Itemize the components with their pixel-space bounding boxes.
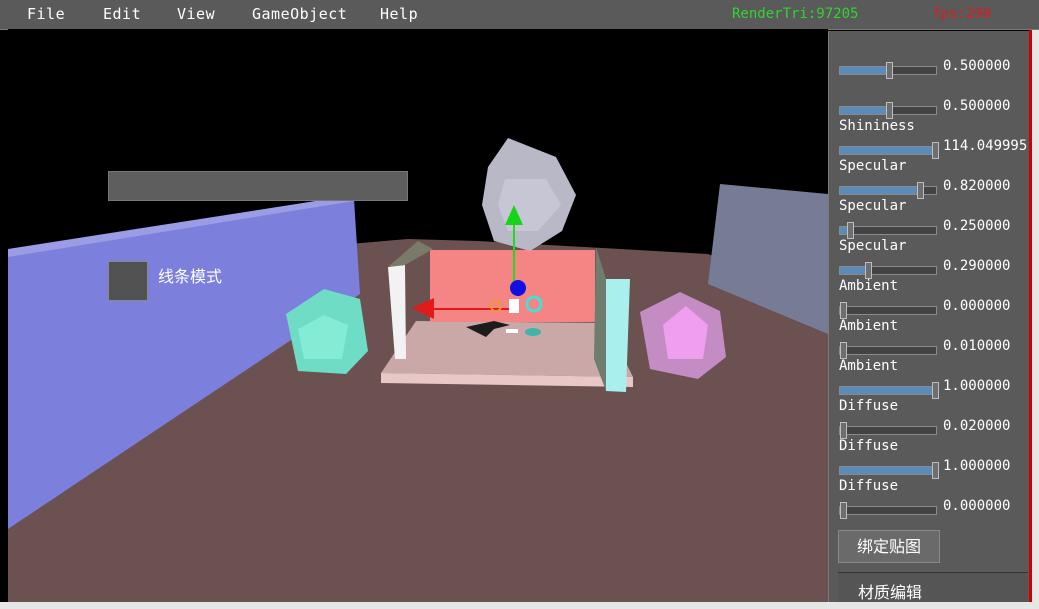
slider-handle[interactable] [932, 462, 939, 479]
slider-fill [840, 387, 936, 394]
param-slider[interactable] [839, 222, 937, 239]
menu-edit[interactable]: Edit [103, 5, 141, 23]
slider-fill [840, 107, 888, 114]
param-slider[interactable] [839, 342, 937, 359]
param-slider[interactable] [839, 382, 939, 399]
material-edit-label: 材质编辑 [858, 583, 923, 602]
param-label: Ambient [839, 318, 899, 334]
material-panel: 0.500000 0.500000 Shininess 114.049995 Specu… [828, 31, 1029, 603]
render-triangle-count: RenderTri:97205 [732, 6, 859, 22]
material-param-row: Ambient 0.010000 [839, 318, 1039, 359]
param-value: 0.250000 [943, 218, 1011, 234]
slider-handle[interactable] [840, 342, 847, 359]
fps-counter: fps:290 [932, 6, 992, 22]
param-slider[interactable] [839, 302, 937, 319]
material-param-row: Shininess 114.049995 [839, 118, 1039, 159]
param-slider[interactable] [839, 182, 937, 199]
slider-handle[interactable] [886, 102, 893, 119]
material-param-row: Ambient 1.000000 [839, 358, 1039, 399]
param-slider[interactable] [839, 142, 939, 159]
material-param-row: Specular 0.250000 [839, 198, 1039, 239]
menu-file[interactable]: File [27, 5, 65, 23]
param-value: 0.290000 [943, 258, 1011, 274]
param-label: Ambient [839, 358, 899, 374]
param-value: 0.000000 [943, 498, 1011, 514]
slider-fill [840, 467, 936, 474]
param-slider[interactable] [839, 262, 937, 279]
param-label: Diffuse [839, 398, 899, 414]
param-label: Shininess [839, 118, 915, 134]
overlay-bar-widget [108, 171, 408, 201]
slider-handle[interactable] [840, 302, 847, 319]
menu-view[interactable]: View [177, 5, 215, 23]
material-param-row: Specular 0.290000 [839, 238, 1039, 279]
material-param-row: Diffuse 0.000000 [839, 478, 1039, 519]
menu-bar: File Edit View GameObject Help RenderTri… [0, 0, 1039, 30]
line-mode-checkbox[interactable] [108, 261, 148, 301]
param-label: Specular [839, 238, 907, 254]
slider-handle[interactable] [932, 382, 939, 399]
gizmo-center [510, 280, 526, 296]
param-value: 114.049995 [943, 138, 1028, 154]
param-label: Specular [839, 198, 907, 214]
param-value: 0.000000 [943, 298, 1011, 314]
window-frame-bottom [0, 602, 1039, 609]
param-value: 1.000000 [943, 378, 1011, 394]
param-value: 1.000000 [943, 458, 1011, 474]
slider-handle[interactable] [840, 502, 847, 519]
param-value: 0.020000 [943, 418, 1011, 434]
material-param-row: 0.500000 [839, 83, 1039, 119]
small-white-bar [506, 329, 518, 333]
slider-handle[interactable] [917, 182, 925, 199]
line-mode-label: 线条模式 [158, 267, 223, 286]
material-param-row: Diffuse 0.020000 [839, 398, 1039, 439]
param-slider[interactable] [839, 62, 937, 79]
slider-handle[interactable] [865, 262, 873, 279]
right-pillar [606, 279, 630, 392]
slider-handle[interactable] [886, 62, 893, 79]
slider-fill [840, 187, 919, 194]
slider-fill [840, 67, 888, 74]
teal-disc [525, 328, 541, 336]
scene-render [8, 138, 828, 602]
material-param-row: Specular 0.820000 [839, 158, 1039, 199]
white-cube [509, 299, 519, 313]
material-param-row: Ambient 0.000000 [839, 278, 1039, 319]
bind-texture-button[interactable]: 绑定贴图 [838, 530, 940, 563]
param-label: Diffuse [839, 478, 899, 494]
material-edit-tab[interactable]: 材质编辑 [838, 572, 1028, 603]
material-param-row: 0.500000 [839, 43, 1039, 79]
menu-gameobject[interactable]: GameObject [252, 5, 347, 23]
param-value: 0.500000 [943, 98, 1011, 114]
window-frame-right [1032, 30, 1039, 603]
slider-handle[interactable] [840, 422, 847, 439]
material-param-row: Diffuse 1.000000 [839, 438, 1039, 479]
slider-handle[interactable] [846, 222, 854, 239]
param-slider[interactable] [839, 462, 939, 479]
menu-help[interactable]: Help [380, 5, 418, 23]
slider-fill [840, 147, 935, 154]
slider-fill [840, 267, 868, 274]
param-slider[interactable] [839, 102, 937, 119]
param-value: 0.820000 [943, 178, 1011, 194]
scene-viewport[interactable]: 线条模式 [8, 29, 828, 602]
param-slider[interactable] [839, 422, 937, 439]
param-slider[interactable] [839, 502, 937, 519]
param-label: Diffuse [839, 438, 899, 454]
param-value: 0.010000 [943, 338, 1011, 354]
param-value: 0.500000 [943, 58, 1011, 74]
slider-handle[interactable] [932, 142, 939, 159]
param-label: Ambient [839, 278, 899, 294]
param-label: Specular [839, 158, 907, 174]
